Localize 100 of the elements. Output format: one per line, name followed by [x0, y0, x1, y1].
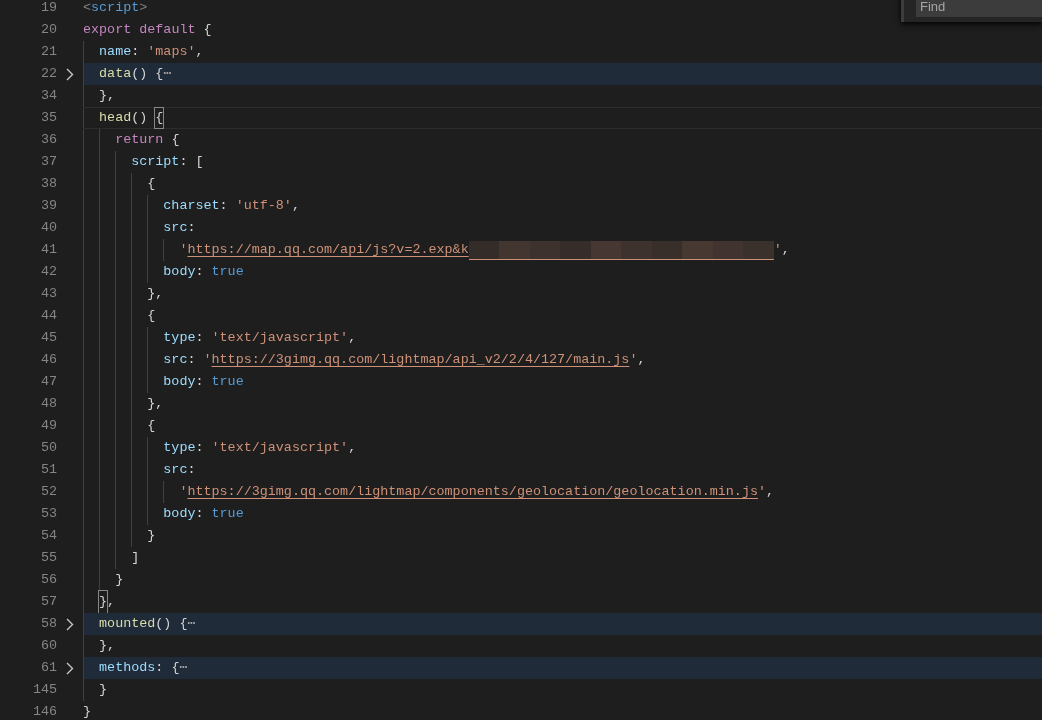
line-number: 49 [39, 417, 57, 435]
code-punctuation: : [ [179, 153, 204, 171]
code-property: script [131, 153, 180, 171]
matched-bracket: { [155, 108, 164, 128]
code-punctuation: { [147, 417, 156, 435]
code-punctuation: , [766, 483, 775, 501]
code-boolean: true [211, 263, 244, 281]
code-punctuation: }, [147, 395, 164, 413]
line-number: 41 [39, 241, 57, 259]
code-punctuation: } [83, 703, 92, 720]
code-punctuation: { [147, 307, 156, 325]
code-punctuation: : [195, 439, 205, 457]
code-punctuation: : [195, 373, 205, 391]
code-punctuation: () { [155, 615, 188, 633]
line-number: 52 [39, 483, 57, 501]
code-punctuation: } [115, 571, 124, 589]
code-property: type [163, 329, 196, 347]
code-link: https://3gimg.qq.com/lightmap/components/geolocation/geolocation.min.js [187, 483, 758, 501]
code-punctuation: { [170, 131, 180, 149]
code-punctuation: { [202, 21, 212, 39]
line-number: 39 [39, 197, 57, 215]
folded-ellipsis: ⋯ [179, 659, 188, 677]
code-property: body [163, 505, 196, 523]
expand-chevron-icon[interactable] [66, 617, 74, 631]
line-number: 19 [39, 0, 57, 17]
code-property: name [99, 43, 132, 61]
line-number: 21 [39, 43, 57, 61]
folded-ellipsis: ⋯ [163, 65, 172, 83]
code-tag: script [91, 0, 140, 19]
code-boolean: true [211, 373, 244, 391]
code-string: ' [179, 241, 188, 259]
line-number: 51 [39, 461, 57, 479]
code-keyword: export [83, 21, 132, 39]
line-number: 61 [39, 659, 57, 677]
code-string: ' [773, 241, 782, 259]
line-number: 53 [39, 505, 57, 523]
code-punctuation: , [348, 439, 357, 457]
code-punctuation: , [195, 43, 204, 61]
line-number: 56 [39, 571, 57, 589]
code-boolean: true [211, 505, 244, 523]
code-string: 'maps' [147, 43, 196, 61]
line-number: 60 [39, 637, 57, 655]
code-property: src [163, 461, 188, 479]
code-punctuation: : [187, 461, 196, 479]
matched-bracket: } [99, 591, 108, 613]
code-punctuation: , [637, 351, 646, 369]
code-property: body [163, 373, 196, 391]
code-string: ' [629, 351, 638, 369]
code-keyword: return [115, 131, 164, 149]
line-number: 50 [39, 439, 57, 457]
line-number: 47 [39, 373, 57, 391]
code-punctuation: : [195, 263, 205, 281]
line-number: 58 [39, 615, 57, 633]
code-punctuation: : [187, 219, 196, 237]
code-function: mounted [99, 615, 156, 633]
code-property: methods [99, 659, 156, 677]
expand-chevron-icon[interactable] [66, 67, 74, 81]
line-number: 35 [39, 109, 57, 127]
line-number: 145 [31, 681, 57, 699]
code-punctuation: , [348, 329, 357, 347]
code-punctuation: < [83, 0, 92, 17]
code-punctuation: , [107, 593, 116, 611]
line-number: 146 [31, 703, 57, 720]
line-number: 44 [39, 307, 57, 325]
line-number: 22 [39, 65, 57, 83]
code-string: ' [179, 483, 188, 501]
code-punctuation: ] [131, 549, 140, 567]
code-punctuation: () [131, 109, 149, 127]
code-string: 'text/javascript' [211, 329, 349, 347]
code-punctuation: , [781, 241, 790, 259]
line-number: 48 [39, 395, 57, 413]
line-number: 20 [39, 21, 57, 39]
line-number: 45 [39, 329, 57, 347]
code-punctuation: () { [131, 65, 164, 83]
code-function: head [99, 109, 132, 127]
code-string: 'text/javascript' [211, 439, 349, 457]
code-punctuation: > [139, 0, 148, 17]
line-number: 38 [39, 175, 57, 193]
code-punctuation: { [147, 175, 156, 193]
find-input-field[interactable]: Find [916, 0, 1042, 17]
code-link: https://3gimg.qq.com/lightmap/api_v2/2/4/127/main.js [211, 351, 630, 369]
code-punctuation: } [99, 681, 108, 699]
code-function: data [99, 65, 132, 83]
code-string: 'utf-8' [235, 197, 292, 215]
code-punctuation: : [195, 505, 205, 523]
code-property: body [163, 263, 196, 281]
line-number: 54 [39, 527, 57, 545]
line-number: 40 [39, 219, 57, 237]
code-punctuation: : { [155, 659, 180, 677]
code-punctuation: : [195, 329, 205, 347]
code-property: charset [163, 197, 220, 215]
code-punctuation: : [187, 351, 197, 369]
line-number: 46 [39, 351, 57, 369]
line-number: 55 [39, 549, 57, 567]
code-punctuation: }, [147, 285, 164, 303]
code-keyword: default [138, 21, 196, 39]
line-number: 43 [39, 285, 57, 303]
folded-ellipsis: ⋯ [187, 615, 196, 633]
expand-chevron-icon[interactable] [66, 661, 74, 675]
line-number: 42 [39, 263, 57, 281]
